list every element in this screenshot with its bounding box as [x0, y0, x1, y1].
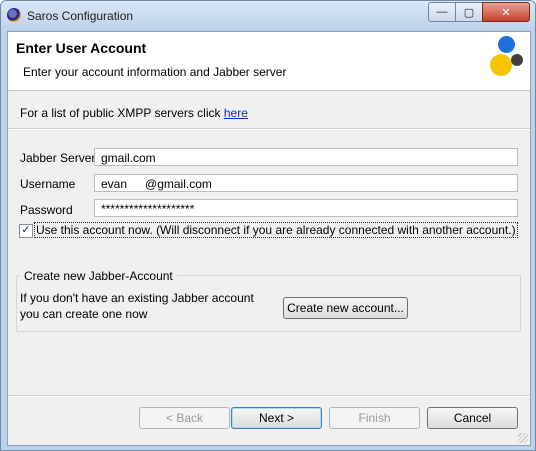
- password-label: Password: [20, 203, 73, 217]
- cancel-button[interactable]: Cancel: [427, 407, 518, 429]
- dialog-client-area: Enter User Account Enter your account in…: [7, 31, 531, 446]
- logo-blue-dot: [498, 36, 515, 53]
- wizard-banner: Enter User Account Enter your account in…: [8, 32, 530, 91]
- create-account-line-2: you can create one now: [20, 307, 148, 321]
- use-account-checkbox[interactable]: ✓: [19, 224, 33, 238]
- jabber-server-label: Jabber Server: [20, 151, 96, 165]
- title-bar[interactable]: Saros Configuration — ▢ ✕: [1, 1, 535, 31]
- info-text: For a list of public XMPP servers click: [20, 106, 224, 120]
- username-field[interactable]: evan @gmail.com: [94, 174, 518, 192]
- close-button[interactable]: ✕: [482, 2, 530, 22]
- button-bar-separator: [8, 395, 530, 397]
- maximize-button[interactable]: ▢: [455, 2, 483, 22]
- create-new-account-button[interactable]: Create new account...: [283, 297, 408, 319]
- page-title: Enter User Account: [16, 40, 147, 56]
- use-account-checkbox-label[interactable]: Use this account now. (Will disconnect i…: [34, 222, 518, 238]
- next-button[interactable]: Next >: [231, 407, 322, 429]
- logo-gray-dot: [511, 54, 523, 66]
- back-button[interactable]: < Back: [139, 407, 230, 429]
- minimize-button[interactable]: —: [428, 2, 456, 22]
- page-description: Enter your account information and Jabbe…: [23, 65, 287, 79]
- create-account-line-1: If you don't have an existing Jabber acc…: [20, 291, 254, 305]
- dialog-window: Saros Configuration — ▢ ✕ Enter User Acc…: [0, 0, 536, 451]
- jabber-server-field[interactable]: gmail.com: [94, 148, 518, 166]
- xmpp-servers-link[interactable]: here: [224, 106, 248, 120]
- resize-grip[interactable]: [518, 433, 528, 443]
- window-title: Saros Configuration: [27, 9, 134, 23]
- separator: [8, 128, 530, 130]
- eclipse-app-icon: [7, 8, 21, 22]
- saros-logo-icon: [488, 34, 530, 78]
- xmpp-servers-info: For a list of public XMPP servers click …: [20, 106, 248, 120]
- create-account-group-title: Create new Jabber-Account: [20, 269, 177, 283]
- username-label: Username: [20, 177, 76, 191]
- finish-button[interactable]: Finish: [329, 407, 420, 429]
- create-account-description: If you don't have an existing Jabber acc…: [20, 290, 254, 322]
- logo-yellow-dot: [490, 54, 512, 76]
- password-field[interactable]: ********************: [94, 199, 518, 217]
